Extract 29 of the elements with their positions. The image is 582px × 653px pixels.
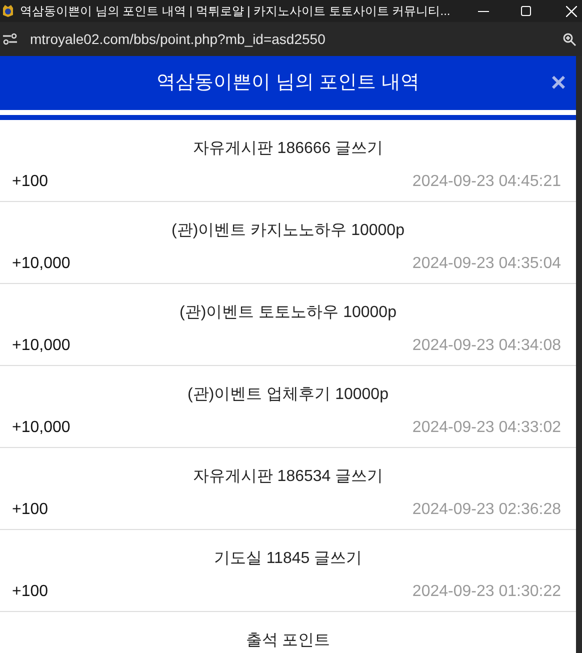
close-icon[interactable] xyxy=(566,6,577,16)
site-settings-icon[interactable] xyxy=(3,33,17,45)
url-text[interactable]: mtroyale02.com/bbs/point.php?mb_id=asd2550 xyxy=(30,28,563,50)
entry-title: 출석 포인트 xyxy=(244,631,332,651)
site-logo-icon xyxy=(1,4,15,18)
point-amount: +100 xyxy=(12,582,48,602)
entry-datetime: 2024-09-23 02:36:28 xyxy=(412,500,562,520)
point-amount: +100 xyxy=(12,500,48,520)
entry-datetime: 2024-09-23 04:35:04 xyxy=(412,254,562,274)
entry-title: 자유게시판 186666 글쓰기 xyxy=(192,139,384,159)
maximize-icon[interactable] xyxy=(521,6,531,16)
entry-title: 기도실 11845 글쓰기 xyxy=(212,549,364,569)
entry-title: 자유게시판 186534 글쓰기 xyxy=(192,467,384,487)
header-title: 역삼동이쁜이 님의 포인트 내역 xyxy=(156,70,420,95)
entry-datetime: 2024-09-23 04:33:02 xyxy=(412,418,562,438)
scrollbar[interactable] xyxy=(576,56,582,653)
entry-title: (관)이벤트 업체후기 10000p xyxy=(186,385,390,405)
zoom-icon[interactable] xyxy=(563,32,576,46)
entry-title: (관)이벤트 토토노하우 10000p xyxy=(178,303,398,323)
point-amount: +100 xyxy=(12,172,48,192)
entry-datetime: 2024-09-23 01:30:22 xyxy=(412,582,562,602)
close-button[interactable]: × xyxy=(550,69,566,95)
point-amount: +10,000 xyxy=(12,418,70,438)
window-title: 역삼동이쁜이 님의 포인트 내역 | 먹튀로얄 | 카지노사이트 토토사이트 커뮤니티... xyxy=(20,3,452,20)
point-amount: +10,000 xyxy=(12,254,70,274)
entry-datetime: 2024-09-23 04:34:08 xyxy=(412,336,562,356)
point-amount: +10,000 xyxy=(12,336,70,356)
entry-title: (관)이벤트 카지노노하우 10000p xyxy=(170,221,406,241)
entry-datetime: 2024-09-23 04:45:21 xyxy=(412,172,562,192)
